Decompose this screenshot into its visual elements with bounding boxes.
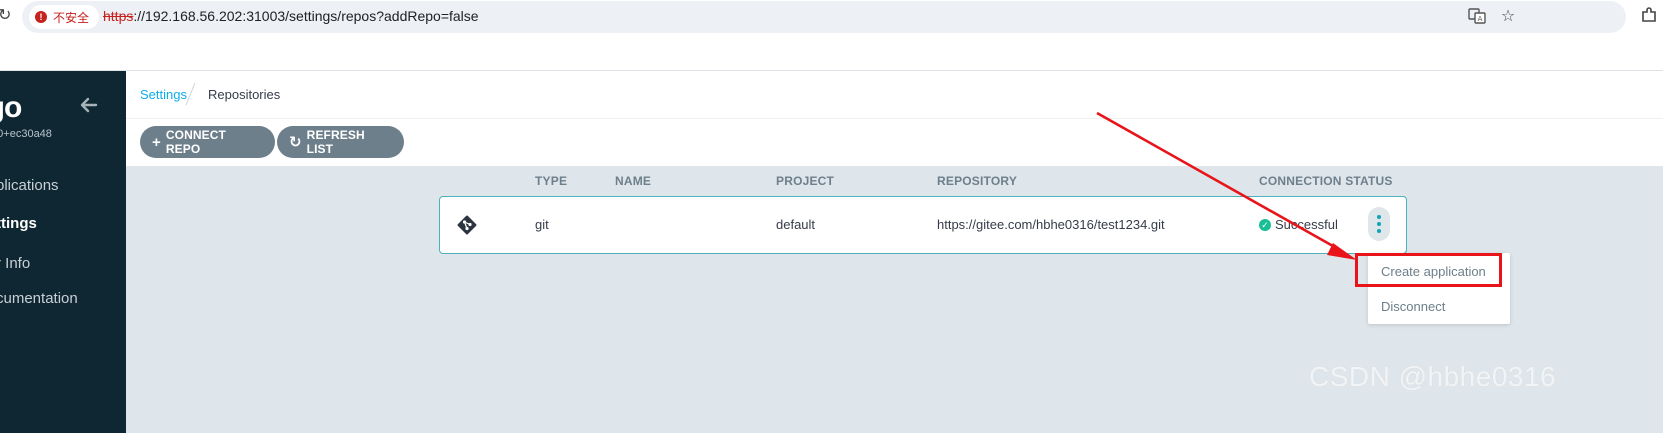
collapse-sidebar-icon[interactable] (78, 95, 100, 117)
app-logo[interactable]: rgo (0, 91, 22, 125)
security-chip[interactable]: ! 不安全 (29, 5, 100, 29)
check-circle-icon: ✓ (1259, 218, 1271, 231)
url-path: ://192.168.56.202:31003/settings/repos?a… (133, 8, 479, 24)
header-name: NAME (615, 174, 652, 188)
breadcrumb-settings[interactable]: Settings (140, 87, 187, 102)
row-type: git (535, 217, 549, 232)
connect-repo-button[interactable]: + CONNECT REPO (140, 126, 275, 158)
sidebar: rgo 2.0+ec30a48 plications ttings r Info… (0, 71, 126, 433)
refresh-list-button[interactable]: ↻ REFRESH LIST (277, 126, 404, 158)
header-repository: REPOSITORY (937, 174, 1018, 188)
security-label: 不安全 (53, 10, 90, 25)
translate-icon[interactable]: A (1467, 7, 1487, 27)
row-actions-menu-button[interactable] (1368, 207, 1390, 241)
warning-icon: ! (35, 11, 47, 23)
refresh-list-label: REFRESH LIST (306, 128, 365, 156)
sidebar-item-settings[interactable]: ttings (0, 215, 37, 232)
app-version: 2.0+ec30a48 (0, 128, 52, 140)
annotation-highlight-box (1355, 253, 1502, 287)
header-divider (126, 118, 1663, 119)
breadcrumb-current: Repositories (208, 87, 281, 102)
page-header: Settings Repositories + CONNECT REPO ↻ R… (126, 71, 1663, 166)
row-repository: https://gitee.com/hbhe0316/test1234.git (937, 217, 1165, 232)
kebab-dot (1377, 222, 1381, 226)
kebab-dot (1377, 215, 1381, 219)
refresh-icon: ↻ (289, 133, 302, 151)
plus-icon: + (152, 133, 161, 151)
table-row[interactable]: git default https://gitee.com/hbhe0316/t… (439, 196, 1407, 254)
row-project: default (776, 217, 816, 232)
connection-status-label: Successful (1275, 217, 1338, 232)
breadcrumb-separator (185, 82, 196, 106)
header-connection-status: CONNECTION STATUS (1259, 174, 1393, 188)
address-bar[interactable]: ! 不安全 https://192.168.56.202:31003/setti… (22, 1, 1626, 33)
sidebar-item-applications[interactable]: plications (0, 177, 59, 194)
git-icon (456, 214, 478, 236)
browser-chrome: ↻ ! 不安全 https://192.168.56.202:31003/set… (0, 0, 1663, 33)
extensions-icon[interactable] (1640, 6, 1660, 26)
reload-icon[interactable]: ↻ (0, 6, 12, 26)
url-text[interactable]: https://192.168.56.202:31003/settings/re… (103, 8, 479, 24)
connection-status: ✓ Successful (1259, 217, 1338, 232)
menu-item-disconnect[interactable]: Disconnect (1381, 299, 1445, 314)
header-type: TYPE (535, 174, 568, 188)
watermark: CSDN @hbhe0316 (1309, 361, 1557, 392)
url-scheme: https (103, 8, 134, 24)
sidebar-item-user-info[interactable]: r Info (0, 255, 30, 272)
connect-repo-label: CONNECT REPO (165, 128, 226, 156)
svg-text:A: A (1478, 15, 1483, 23)
header-project: PROJECT (776, 174, 835, 188)
star-icon[interactable]: ☆ (1498, 7, 1518, 27)
kebab-dot (1377, 229, 1381, 233)
sidebar-item-documentation[interactable]: cumentation (0, 290, 78, 307)
